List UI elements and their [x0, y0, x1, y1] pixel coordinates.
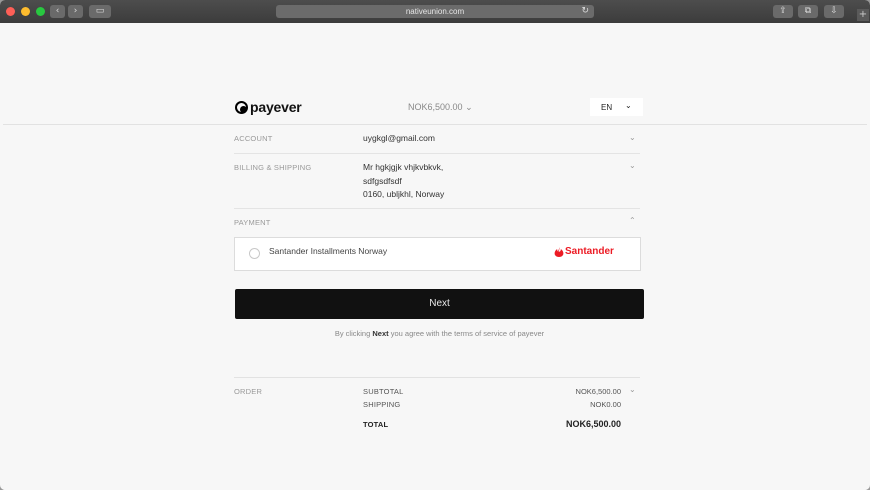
terms-prefix: By clicking	[334, 329, 371, 338]
zoom-window-button[interactable]	[36, 7, 45, 16]
sidebar-icon[interactable]: ▭	[89, 5, 111, 18]
back-icon[interactable]: ‹	[50, 5, 65, 18]
chevron-down-icon: ⌄	[465, 102, 473, 112]
amount-text: NOK6,500.00	[408, 102, 463, 112]
forward-icon[interactable]: ›	[68, 5, 83, 18]
order-chevron-down-icon[interactable]: ⌄	[629, 385, 636, 394]
payment-radio[interactable]	[249, 248, 260, 259]
address-line: 0160, ubljkhl, Norway	[363, 189, 445, 199]
browser-window: ‹ › ▭ nativeunion.com ↻ ⇪ ⧉ ⇩ + payever …	[0, 0, 870, 490]
address-line: Mr hgkjgjk vhjkvbkvk,	[363, 162, 444, 172]
terms-suffix: you agree with the terms of service of p…	[390, 329, 545, 338]
new-tab-icon[interactable]: +	[857, 9, 869, 21]
language-select[interactable]: EN ⌄	[590, 98, 643, 116]
shipping-value: NOK0.00	[590, 400, 621, 409]
minimize-window-button[interactable]	[21, 7, 30, 16]
tabs-icon[interactable]: ⧉	[798, 5, 818, 18]
subtotal-label: SUBTOTAL	[363, 387, 404, 396]
santander-text: Santander	[565, 246, 614, 257]
total-label: TOTAL	[363, 420, 389, 429]
santander-flame-icon	[554, 247, 564, 257]
header-divider	[3, 124, 867, 125]
payment-option-label: Santander Installments Norway	[269, 246, 388, 256]
account-chevron-down-icon[interactable]: ⌄	[629, 133, 636, 142]
account-email: uygkgl@gmail.com	[363, 133, 435, 143]
divider	[234, 208, 640, 209]
language-value: EN	[601, 103, 613, 112]
reload-icon[interactable]: ↻	[581, 5, 589, 18]
address-line: sdfgsdfsdf	[363, 175, 402, 186]
billing-label: BILLING & SHIPPING	[234, 163, 312, 172]
page-content: payever NOK6,500.00 ⌄ EN ⌄ ACCOUNT uygkg…	[3, 23, 867, 490]
payment-label: PAYMENT	[234, 218, 271, 227]
close-window-button[interactable]	[6, 7, 15, 16]
share-icon[interactable]: ⇪	[773, 5, 793, 18]
santander-logo: Santander	[554, 246, 614, 257]
url-text: nativeunion.com	[405, 7, 465, 16]
order-label: ORDER	[234, 387, 263, 396]
billing-chevron-down-icon[interactable]: ⌄	[629, 161, 636, 170]
download-icon[interactable]: ⇩	[824, 5, 844, 18]
terms-bold: Next	[372, 329, 389, 338]
order-divider	[234, 377, 640, 378]
billing-address: Mr hgkjgjk vhjkvbkvk, sdfgsdfsdf 0160, u…	[363, 161, 444, 202]
address-bar[interactable]: nativeunion.com ↻	[276, 5, 594, 18]
divider	[234, 153, 640, 154]
chevron-down-icon: ⌄	[625, 101, 632, 110]
logo-text: payever	[250, 99, 302, 115]
payment-chevron-up-icon[interactable]: ⌃	[629, 216, 636, 225]
browser-toolbar: ‹ › ▭ nativeunion.com ↻ ⇪ ⧉ ⇩ +	[0, 0, 870, 23]
total-value: NOK6,500.00	[565, 419, 621, 429]
account-label: ACCOUNT	[234, 134, 273, 143]
logo-ring-icon	[235, 101, 248, 114]
shipping-label: SHIPPING	[363, 400, 401, 409]
amount-dropdown[interactable]: NOK6,500.00 ⌄	[408, 102, 473, 113]
terms-text: By clicking Next you agree with the term…	[235, 329, 644, 338]
payment-option-santander[interactable]: Santander Installments Norway Santander	[234, 237, 641, 271]
next-button[interactable]: Next	[235, 289, 644, 319]
subtotal-value: NOK6,500.00	[575, 387, 621, 396]
